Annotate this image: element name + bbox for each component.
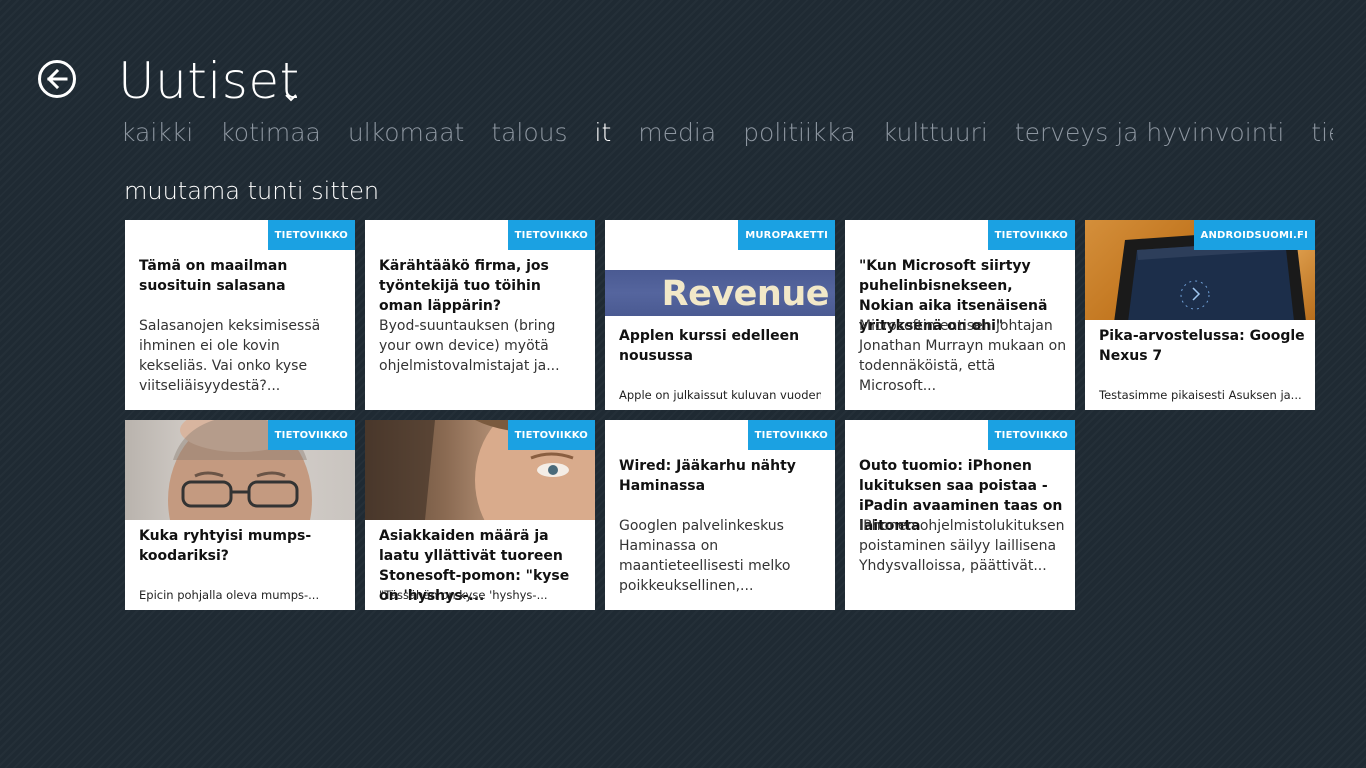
tile-body: Googlen palvelinkeskus Haminassa on maan… (619, 518, 791, 594)
news-tile[interactable]: TIETOVIIKKO "Kun Microsoft siirtyy puhel… (845, 220, 1075, 410)
source-badge: TIETOVIIKKO (267, 220, 355, 250)
tile-footer: "Tässähän on kyse 'hyshys-... (379, 588, 548, 602)
news-tile[interactable]: ANDROIDSUOMI.FI Pika-arvostelussa: Googl… (1085, 220, 1315, 410)
news-tile[interactable]: TIETOVIIKKO Kuka ryhtyisi mumps-koodarik… (125, 420, 355, 610)
category-ulkomaat[interactable]: ulkomaat (348, 116, 464, 150)
title-dropdown[interactable] (284, 88, 298, 107)
category-politiikka[interactable]: politiikka (743, 116, 856, 150)
category-terveys[interactable]: terveys ja hyvinvointi (1015, 116, 1284, 150)
tile-title: Pika-arvostelussa: Google Nexus 7 (1099, 328, 1305, 364)
news-tile[interactable]: TIETOVIIKKO Wired: Jääkarhu nähty Hamina… (605, 420, 835, 610)
source-badge: ANDROIDSUOMI.FI (1193, 220, 1315, 250)
news-tile[interactable]: TIETOVIIKKO Asiakkaiden määrä ja laatu y… (365, 420, 595, 610)
tile-footer: Testasimme pikaisesti Asuksen ja... (1099, 388, 1301, 402)
category-kulttuuri[interactable]: kulttuuri (883, 116, 988, 150)
tile-body: Salasanojen keksimisessä ihminen ei ole … (139, 318, 321, 394)
news-tile[interactable]: TIETOVIIKKO Outo tuomio: iPhonen lukituk… (845, 420, 1075, 610)
news-tile[interactable]: TIETOVIIKKO Kärähtääkö firma, jos työnte… (365, 220, 595, 410)
tile-body: Byod-suuntauksen (bring your own device)… (379, 318, 560, 374)
source-badge: MUROPAKETTI (738, 220, 835, 250)
chevron-down-icon (285, 94, 297, 102)
section-title: muutama tunti sitten (124, 177, 380, 205)
page-title[interactable]: Uutiset (118, 48, 300, 114)
category-tiede[interactable]: tiede ja tutkimus (1311, 116, 1333, 150)
category-nav: kaikki kotimaa ulkomaat talous it media politi… (121, 116, 1333, 152)
tile-footer: Epicin pohjalla oleva mumps-... (139, 588, 320, 602)
tile-title: Kärähtääkö firma, jos työntekijä tuo töi… (379, 258, 549, 314)
category-media[interactable]: media (638, 116, 716, 150)
news-tile[interactable]: Revenue MUROPAKETTI Applen kurssi edelle… (605, 220, 835, 410)
category-kaikki[interactable]: kaikki (121, 116, 193, 150)
tile-title: Wired: Jääkarhu nähty Haminassa (619, 458, 796, 494)
category-it[interactable]: it (595, 116, 612, 150)
source-badge: TIETOVIIKKO (987, 220, 1075, 250)
image-caption: Revenue (661, 274, 830, 314)
category-kotimaa[interactable]: kotimaa (220, 116, 321, 150)
source-badge: TIETOVIIKKO (267, 420, 355, 450)
source-badge: TIETOVIIKKO (747, 420, 835, 450)
news-tile[interactable]: TIETOVIIKKO Tämä on maailman suosituin s… (125, 220, 355, 410)
source-badge: TIETOVIIKKO (507, 220, 595, 250)
source-badge: TIETOVIIKKO (507, 420, 595, 450)
tile-title: Kuka ryhtyisi mumps-koodariksi? (139, 528, 312, 564)
tile-body: IPhonen ohjelmistolukituksen poistaminen… (859, 518, 1065, 574)
back-button[interactable] (38, 60, 76, 98)
category-talous[interactable]: talous (491, 116, 567, 150)
tile-footer: Apple on julkaissut kuluvan vuoden... (619, 388, 821, 402)
back-arrow-icon (46, 68, 68, 90)
source-badge: TIETOVIIKKO (987, 420, 1075, 450)
tile-body: Microsoftin entisen johtajan Jonathan Mu… (859, 318, 1067, 394)
tile-title: Tämä on maailman suosituin salasana (139, 258, 288, 294)
tile-title: Applen kurssi edelleen nousussa (619, 328, 800, 364)
